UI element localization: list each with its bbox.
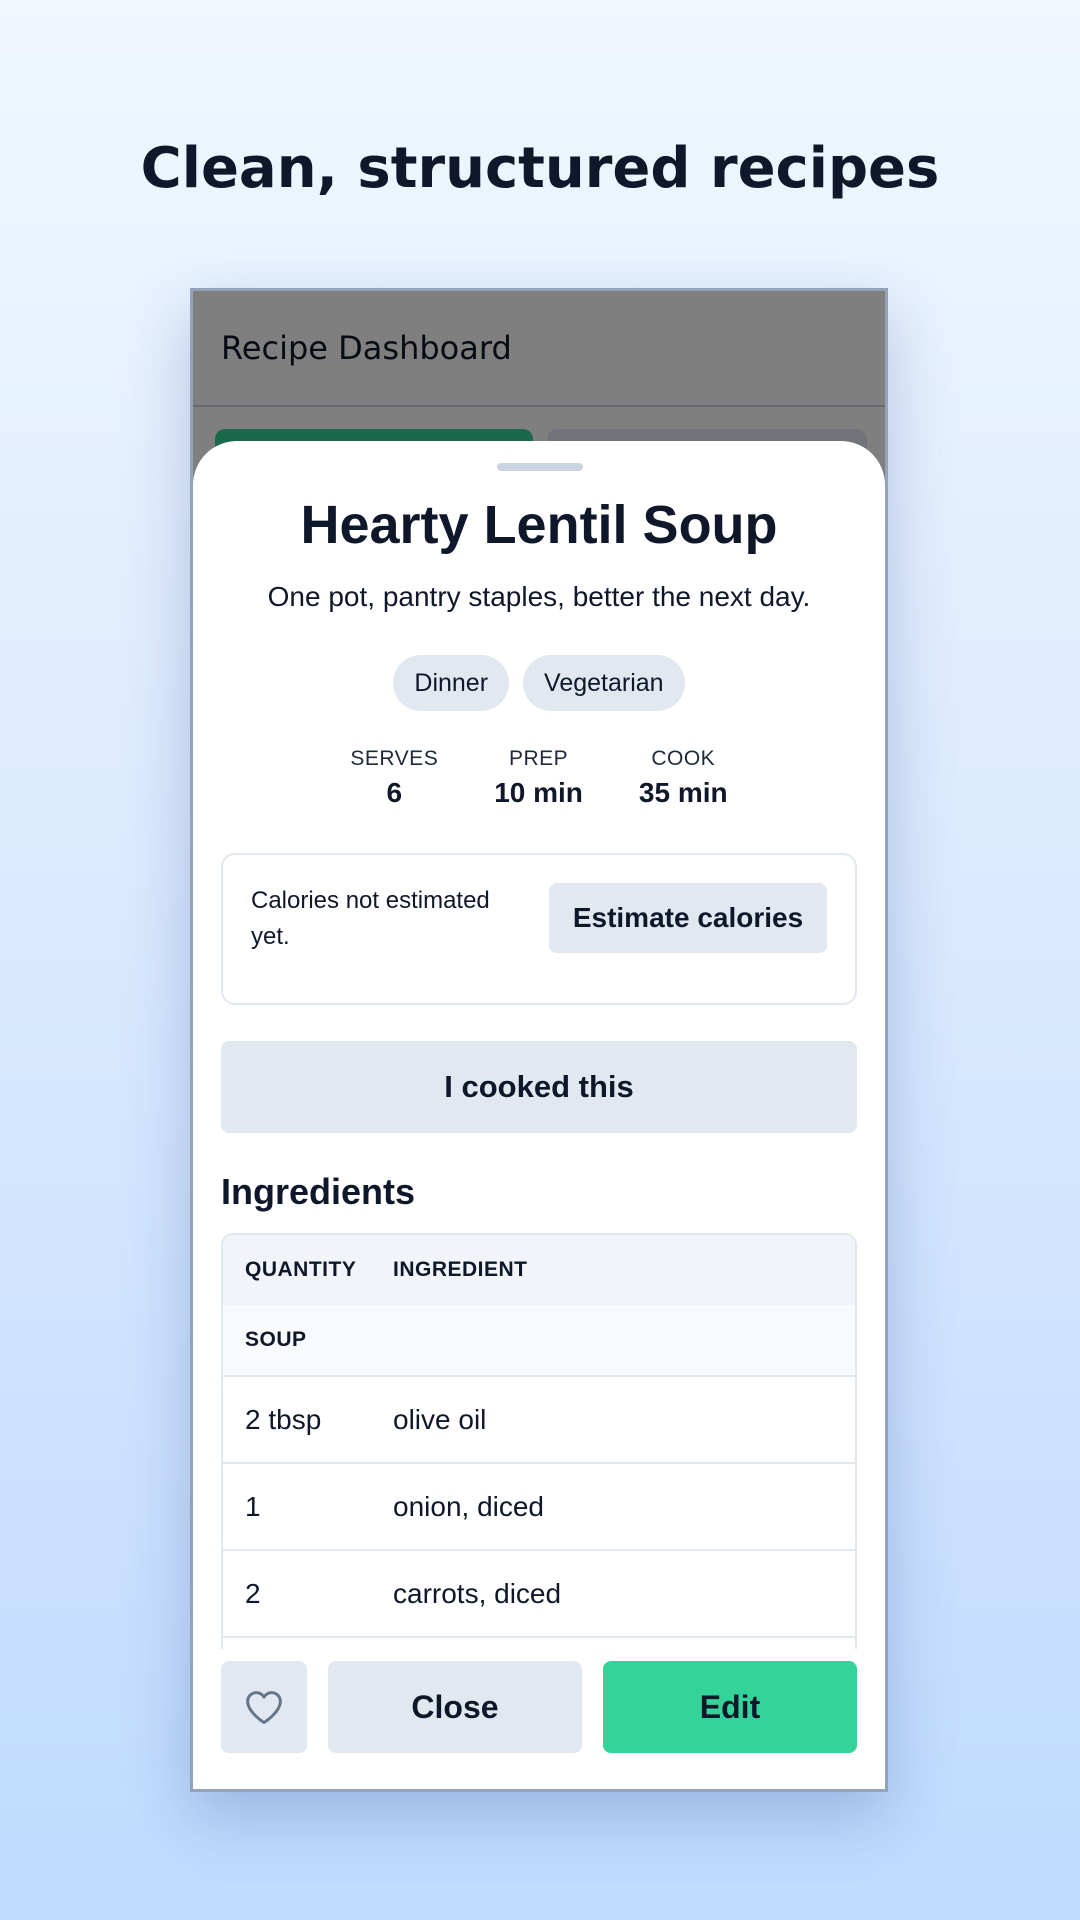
ingredient-name: onion, diced [393, 1490, 545, 1522]
calories-status: Calories not estimated yet. [251, 887, 490, 950]
ingredient-quantity: 1 [245, 1490, 261, 1522]
ingredients-table: QUANTITY INGREDIENT SOUP 2 tbsp olive oi… [221, 1233, 857, 1649]
edit-button[interactable]: Edit [603, 1661, 857, 1753]
sheet-footer-actions: Close Edit [221, 1661, 857, 1753]
table-row [223, 1638, 855, 1649]
ingredient-quantity: 2 tbsp [245, 1403, 322, 1435]
close-button[interactable]: Close [328, 1661, 582, 1753]
stat-value: 35 min [638, 777, 728, 808]
page-headline: Clean, structured recipes [140, 136, 940, 201]
table-row: 1 onion, diced [223, 1464, 855, 1551]
sheet-scroll-area[interactable]: Hearty Lentil Soup One pot, pantry stapl… [193, 441, 885, 1649]
heart-icon [246, 1691, 282, 1725]
stat-label: PREP [508, 747, 569, 770]
recipe-stats: SERVES 6 PREP 10 min COOK 35 min [221, 747, 857, 809]
group-name: SOUP [245, 1328, 307, 1351]
ingredient-name: olive oil [393, 1403, 487, 1435]
ingredient-name: carrots, diced [393, 1577, 562, 1609]
table-row: 2 carrots, diced [223, 1551, 855, 1638]
favorite-button[interactable] [221, 1661, 307, 1753]
estimate-calories-button[interactable]: Estimate calories [549, 883, 827, 953]
stat-label: SERVES [350, 747, 439, 770]
recipe-bottom-sheet: Hearty Lentil Soup One pot, pantry stapl… [193, 441, 885, 1789]
column-header-quantity: QUANTITY [245, 1258, 357, 1281]
stat-label: COOK [651, 747, 716, 770]
column-header-ingredient: INGREDIENT [393, 1258, 528, 1281]
stat-value: 6 [386, 777, 403, 808]
table-row: 2 tbsp olive oil [223, 1377, 855, 1464]
stat-value: 10 min [494, 777, 583, 808]
stat-cook: COOK 35 min [639, 747, 728, 809]
table-header: QUANTITY INGREDIENT [223, 1235, 855, 1305]
recipe-subtitle: One pot, pantry staples, better the next… [267, 581, 811, 612]
tag-dinner: Dinner [393, 655, 510, 711]
stat-serves: SERVES 6 [350, 747, 438, 809]
ingredients-title: Ingredients [221, 1171, 416, 1212]
tag-vegetarian: Vegetarian [523, 655, 685, 711]
i-cooked-this-button[interactable]: I cooked this [221, 1041, 857, 1133]
ingredient-quantity: 2 [245, 1577, 261, 1609]
stat-prep: PREP 10 min [494, 747, 583, 809]
ingredient-group-header: SOUP [223, 1305, 855, 1377]
phone-frame: Recipe Dashboard Hearty Lentil Soup One … [190, 288, 888, 1792]
recipe-title: Hearty Lentil Soup [300, 495, 778, 555]
recipe-tags: Dinner Vegetarian [221, 655, 857, 711]
calories-card: Calories not estimated yet. Estimate cal… [221, 853, 857, 1005]
